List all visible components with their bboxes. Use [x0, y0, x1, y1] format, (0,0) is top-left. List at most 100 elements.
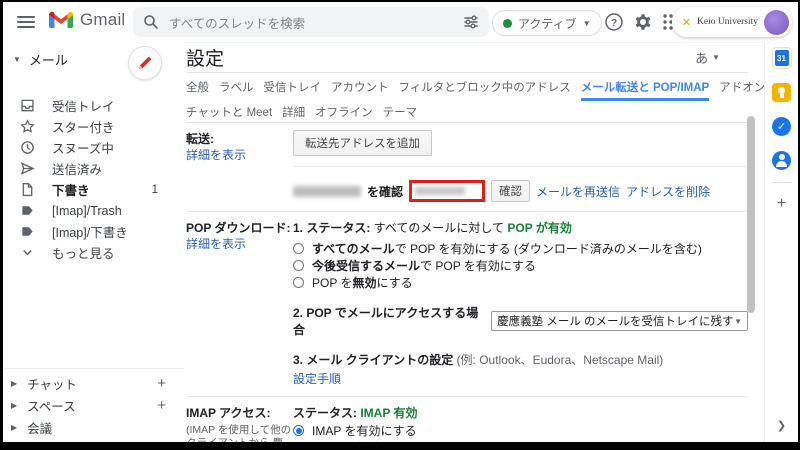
sidebar-item-meet[interactable]: ▶ 会議: [3, 416, 184, 438]
help-icon[interactable]: ?: [604, 12, 624, 32]
status-selector[interactable]: アクティブ ▼: [492, 10, 602, 36]
google-keep-icon[interactable]: [772, 82, 792, 102]
imap-option-label: IMAP を無効にする: [312, 441, 417, 442]
sidebar-item-label: スヌーズ中: [52, 138, 114, 157]
sidebar-item-drafts[interactable]: 下書き 1: [3, 179, 184, 200]
radio-icon[interactable]: [293, 277, 304, 288]
pop-option-disable[interactable]: POP を無効にする: [293, 276, 748, 291]
pop-status-prefix: 1. ステータス:: [293, 221, 370, 235]
compose-button[interactable]: [128, 46, 162, 80]
search-bar[interactable]: すべてのスレッドを検索: [133, 7, 489, 37]
radio-icon[interactable]: [293, 425, 304, 436]
sidebar-item-imap-trash[interactable]: [Imap]/Trash: [3, 200, 184, 221]
pop-option-label: 今後受信するメールで POP を有効にする: [312, 259, 536, 274]
tab-chat-meet[interactable]: チャットと Meet: [186, 101, 272, 123]
sidebar-item-starred[interactable]: スター付き: [3, 116, 184, 137]
chat-label: チャット: [27, 374, 77, 393]
annotation-red-box: [409, 180, 485, 202]
account-chip[interactable]: ✕ Keio University: [672, 7, 792, 37]
sidebar-bottom-sections: ▶ チャット + ▶ スペース + ▶ 会議: [3, 368, 184, 442]
add-forwarding-address-button[interactable]: 転送先アドレスを追加: [293, 130, 432, 156]
pop-details-link[interactable]: 詳細を表示: [186, 236, 246, 252]
meet-label: 会議: [27, 418, 52, 437]
google-contacts-icon[interactable]: [772, 150, 792, 170]
drafts-count-badge: 1: [152, 184, 158, 196]
sidebar-item-label: もっと見る: [52, 243, 115, 262]
google-calendar-icon[interactable]: 31: [772, 48, 792, 68]
sidebar-item-spaces[interactable]: ▶ スペース +: [3, 394, 184, 416]
collapse-panel-icon[interactable]: ❯: [777, 419, 786, 432]
configuration-instructions-link[interactable]: 設定手順: [293, 370, 341, 387]
google-tasks-icon[interactable]: ✓: [772, 116, 792, 136]
tab-advanced[interactable]: 詳細: [282, 101, 305, 123]
pop-option-label: POP を無効にする: [312, 276, 413, 291]
pop-access-label: 2. POP でメールにアクセスする場合: [293, 304, 486, 338]
sidebar-item-label: [Imap]/下書き: [52, 222, 128, 241]
pop-option-label: すべてのメールで POP を有効にする (ダウンロード済みのメールを含む): [312, 242, 702, 257]
imap-status-value: IMAP 有効: [360, 406, 417, 420]
pop-label: POP ダウンロード:: [186, 221, 290, 235]
pop-download-section: POP ダウンロード: 詳細を表示 1. ステータス: すべてのメールに対して …: [186, 212, 748, 397]
sidebar-item-label: [Imap]/Trash: [52, 204, 122, 218]
sidebar-item-label: 下書き: [52, 180, 90, 199]
get-addons-button[interactable]: +: [777, 195, 786, 213]
forwarding-details-link[interactable]: 詳細を表示: [186, 147, 246, 163]
verify-button[interactable]: 確認: [491, 180, 530, 202]
tab-inbox[interactable]: 受信トレイ: [264, 73, 322, 101]
collapse-arrow-icon: ▼: [13, 55, 21, 64]
pop-status-value: POP が有効: [507, 221, 571, 235]
label-icon: [20, 223, 37, 240]
chevron-down-icon: ▼: [734, 317, 742, 326]
imap-option-enable[interactable]: IMAP を有効にする: [293, 424, 748, 439]
menu-icon[interactable]: [17, 13, 35, 31]
app-header: Gmail すべてのスレッドを検索 アクティブ ▼ ?: [3, 2, 798, 43]
gear-icon[interactable]: [633, 12, 653, 32]
gmail-logo[interactable]: Gmail: [49, 10, 125, 30]
search-options-icon[interactable]: [463, 14, 479, 30]
tab-offline[interactable]: オフライン: [315, 101, 373, 123]
avatar[interactable]: [764, 10, 789, 35]
delete-address-link[interactable]: アドレスを削除: [626, 183, 710, 200]
label-icon: [20, 202, 37, 219]
star-icon: [20, 118, 37, 135]
pop-client-note: (例: Outlook、Eudora、Netscape Mail): [457, 353, 664, 367]
sidebar-item-sent[interactable]: 送信済み: [3, 158, 184, 179]
tab-addons[interactable]: アドオン: [719, 73, 765, 101]
sidebar-item-inbox[interactable]: 受信トレイ: [3, 95, 184, 116]
imap-option-label: IMAP を有効にする: [312, 424, 417, 439]
sidebar-item-imap-drafts[interactable]: [Imap]/下書き: [3, 221, 184, 242]
tab-labels[interactable]: ラベル: [219, 73, 254, 101]
pop-keep-copy-select[interactable]: 慶應義塾 メール のメールを受信トレイに残す ▼: [491, 311, 748, 331]
status-label: アクティブ: [518, 15, 577, 32]
sidebar-item-label: 受信トレイ: [52, 96, 115, 115]
sidebar-item-more[interactable]: もっと見る: [3, 242, 184, 263]
radio-icon[interactable]: [293, 243, 304, 254]
divider: [772, 182, 792, 183]
sidebar-item-label: 送信済み: [52, 159, 102, 178]
imap-option-disable[interactable]: IMAP を無効にする: [293, 441, 748, 442]
clock-icon: [20, 139, 37, 156]
tab-filters[interactable]: フィルタとブロック中のアドレス: [399, 73, 571, 101]
input-tools-button[interactable]: あ ▼: [695, 48, 720, 67]
sidebar-item-snoozed[interactable]: スヌーズ中: [3, 137, 184, 158]
radio-icon[interactable]: [293, 260, 304, 271]
tab-general[interactable]: 全般: [186, 73, 209, 101]
gmail-window: Gmail すべてのスレッドを検索 アクティブ ▼ ?: [3, 2, 798, 442]
sidebar-item-chat[interactable]: ▶ チャット +: [3, 372, 184, 394]
new-chat-button[interactable]: +: [157, 375, 166, 392]
tab-themes[interactable]: テーマ: [383, 101, 418, 123]
verification-code-input[interactable]: [415, 187, 465, 195]
scrollbar-thumb[interactable]: [747, 116, 755, 313]
tab-forwarding-pop-imap[interactable]: メール転送と POP/IMAP: [581, 73, 709, 101]
chevron-down-icon: [20, 244, 37, 261]
gmail-m-icon: [49, 11, 73, 30]
redacted-email-blur: [293, 186, 361, 197]
spaces-label: スペース: [27, 396, 76, 415]
mail-sidebar: ▼ メール 受信トレイ スター付き: [3, 42, 184, 442]
new-space-button[interactable]: +: [157, 397, 166, 414]
pop-option-future-mail[interactable]: 今後受信するメールで POP を有効にする: [293, 259, 748, 274]
imap-status-prefix: ステータス:: [293, 406, 357, 420]
tab-accounts[interactable]: アカウント: [331, 73, 389, 101]
resend-email-link[interactable]: メールを再送信: [536, 183, 620, 200]
pop-option-all-mail[interactable]: すべてのメールで POP を有効にする (ダウンロード済みのメールを含む): [293, 242, 748, 257]
